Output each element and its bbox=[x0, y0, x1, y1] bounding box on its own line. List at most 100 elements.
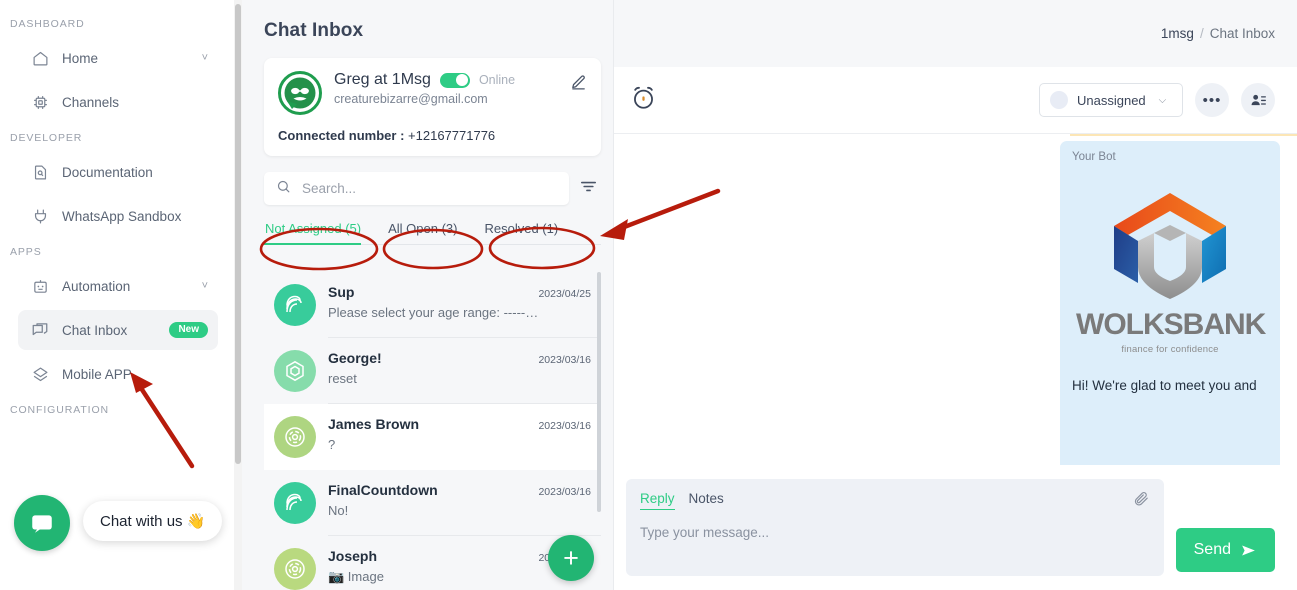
list-item[interactable]: George! 2023/03/16 reset bbox=[264, 338, 601, 404]
sidebar-item-whatsapp-sandbox[interactable]: WhatsApp Sandbox bbox=[18, 196, 218, 236]
sidebar-item-chat-inbox[interactable]: Chat Inbox New bbox=[18, 310, 218, 350]
assignee-avatar bbox=[1050, 91, 1068, 109]
chat-avatar bbox=[274, 284, 316, 326]
new-conversation-button[interactable]: + bbox=[548, 535, 594, 581]
chevron-down-icon[interactable]: ˅ bbox=[202, 52, 208, 64]
sidebar-item-label: WhatsApp Sandbox bbox=[62, 208, 182, 224]
page-title: Chat Inbox bbox=[264, 20, 364, 41]
chat-avatar bbox=[274, 548, 316, 590]
sidebar-scrollbar-thumb[interactable] bbox=[235, 4, 241, 464]
sidebar-item-label: Documentation bbox=[62, 164, 153, 180]
inbox-list-panel: Chat Inbox Greg at 1Msg Online creatureb… bbox=[242, 0, 614, 590]
sidebar-scrollbar[interactable] bbox=[234, 0, 242, 590]
chat-date: 2023/03/16 bbox=[538, 486, 591, 498]
chevron-down-icon[interactable]: ˅ bbox=[202, 280, 208, 292]
connected-account-card: Greg at 1Msg Online creaturebizarre@gmai… bbox=[264, 58, 601, 156]
chat-avatar bbox=[274, 482, 316, 524]
hexagon-icon bbox=[286, 360, 304, 382]
account-name: Greg at 1Msg bbox=[334, 71, 431, 88]
chat-name: James Brown bbox=[328, 416, 420, 432]
chat-name: Joseph bbox=[328, 548, 378, 564]
sidebar-item-label: Home bbox=[62, 50, 99, 66]
app-root: DASHBOARD Home ˅ Channels DEVELOPER Docu… bbox=[0, 0, 1297, 590]
send-icon bbox=[1242, 545, 1255, 555]
swirl-icon bbox=[286, 295, 302, 313]
conversation-panel: 1msg / Chat Inbox Unassigned ⌵ ••• Your … bbox=[614, 0, 1297, 590]
chat-widget-label[interactable]: Chat with us 👋 bbox=[83, 501, 223, 541]
chat-preview: ? bbox=[328, 437, 336, 452]
message-image: WOLKSBANK finance for confidence bbox=[1076, 189, 1266, 355]
search-box[interactable] bbox=[264, 172, 569, 205]
sidebar-section-dashboard: DASHBOARD bbox=[10, 18, 85, 30]
sidebar-item-automation[interactable]: Automation ˅ bbox=[18, 266, 218, 306]
sidebar-section-apps: APPS bbox=[10, 246, 42, 258]
tab-all-open[interactable]: All Open (3) bbox=[374, 217, 470, 244]
chat-name: George! bbox=[328, 350, 382, 366]
sidebar-section-configuration: CONFIGURATION bbox=[10, 404, 110, 416]
online-toggle[interactable] bbox=[439, 72, 470, 88]
composer-tabs: Reply Notes bbox=[640, 491, 1150, 510]
plug-icon bbox=[30, 206, 50, 226]
message-input[interactable]: Type your message... bbox=[640, 525, 1150, 540]
sidebar-item-documentation[interactable]: Documentation bbox=[18, 152, 218, 192]
send-button[interactable]: Send bbox=[1175, 528, 1275, 572]
sidebar-item-label: Automation bbox=[62, 278, 131, 294]
attachment-icon[interactable] bbox=[1133, 490, 1150, 512]
account-email: creaturebizarre@gmail.com bbox=[334, 92, 488, 106]
send-button-label: Send bbox=[1193, 541, 1231, 558]
conversation-actions: Unassigned ⌵ ••• bbox=[1039, 83, 1275, 117]
alarm-clock-icon[interactable] bbox=[630, 84, 657, 116]
online-status-label: Online bbox=[478, 73, 516, 87]
list-item[interactable]: Sup 2023/04/25 Please select your age ra… bbox=[264, 272, 601, 338]
new-badge: New bbox=[169, 322, 208, 338]
chat-list-scrollbar[interactable] bbox=[597, 272, 601, 590]
sidebar: DASHBOARD Home ˅ Channels DEVELOPER Docu… bbox=[0, 0, 242, 590]
composer: Reply Notes Type your message... Send bbox=[614, 465, 1297, 590]
list-item[interactable]: James Brown 2023/03/16 ? bbox=[264, 404, 601, 470]
more-options-button[interactable]: ••• bbox=[1195, 83, 1229, 117]
chip-icon bbox=[30, 92, 50, 112]
target-icon bbox=[285, 427, 305, 447]
chat-date: 2023/03/16 bbox=[538, 354, 591, 366]
filter-icon[interactable] bbox=[579, 177, 601, 201]
chat-date: 2023/03/16 bbox=[538, 420, 591, 432]
breadcrumb-root[interactable]: 1msg bbox=[1161, 26, 1194, 41]
conversation-header: Unassigned ⌵ ••• bbox=[614, 67, 1297, 134]
tab-resolved[interactable]: Resolved (1) bbox=[470, 217, 571, 244]
thread-divider bbox=[1070, 134, 1297, 136]
chat-widget-button[interactable] bbox=[14, 495, 70, 551]
logo-tagline: finance for confidence bbox=[1121, 344, 1219, 355]
swirl-icon bbox=[286, 493, 302, 511]
edit-profile-button[interactable] bbox=[570, 74, 587, 96]
assignee-select[interactable]: Unassigned ⌵ bbox=[1039, 83, 1183, 117]
user-list-icon bbox=[1251, 94, 1266, 105]
chat-list-scrollbar-thumb[interactable] bbox=[597, 272, 601, 512]
document-icon bbox=[30, 162, 50, 182]
message-thread: Your Bot WOLKSBANK finance for confidenc… bbox=[614, 134, 1297, 465]
tab-notes[interactable]: Notes bbox=[689, 491, 724, 510]
list-item[interactable]: FinalCountdown 2023/03/16 No! bbox=[264, 470, 601, 536]
contact-details-button[interactable] bbox=[1241, 83, 1275, 117]
chat-preview: No! bbox=[328, 503, 349, 518]
connected-number-label: Connected number : bbox=[278, 128, 405, 143]
chat-date: 2023/04/25 bbox=[538, 288, 591, 300]
chat-name: Sup bbox=[328, 284, 355, 300]
sidebar-item-channels[interactable]: Channels bbox=[18, 82, 218, 122]
sidebar-item-mobile-app[interactable]: Mobile APP bbox=[18, 354, 218, 394]
topbar: 1msg / Chat Inbox bbox=[614, 0, 1297, 67]
avatar bbox=[278, 71, 322, 115]
inbox-tabs: Not Assigned (5) All Open (3) Resolved (… bbox=[264, 217, 601, 245]
chevron-down-icon: ⌵ bbox=[1158, 94, 1167, 106]
wolksbank-logo-icon bbox=[1114, 193, 1226, 299]
chat-name: FinalCountdown bbox=[328, 482, 438, 498]
search-icon bbox=[276, 179, 291, 199]
layers-icon bbox=[30, 364, 50, 384]
chat-preview: Please select your age range: -----… bbox=[328, 305, 539, 320]
tab-reply[interactable]: Reply bbox=[640, 491, 675, 510]
sidebar-item-home[interactable]: Home ˅ bbox=[18, 38, 218, 78]
sidebar-item-label: Chat Inbox bbox=[62, 322, 128, 338]
search-input[interactable] bbox=[300, 180, 557, 197]
sidebar-item-label: Mobile APP bbox=[62, 366, 132, 382]
composer-box[interactable]: Reply Notes Type your message... bbox=[626, 479, 1164, 576]
tab-not-assigned[interactable]: Not Assigned (5) bbox=[264, 217, 374, 245]
